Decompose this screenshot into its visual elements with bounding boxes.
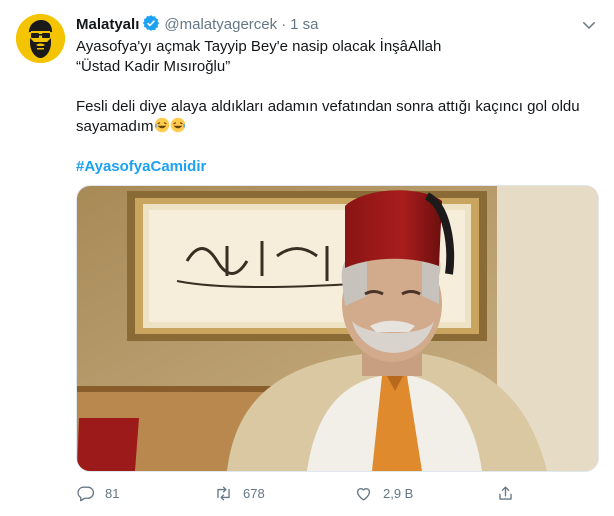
man-with-fez-photo	[77, 186, 598, 471]
tweet-line-4-text: sayamadım	[76, 118, 154, 135]
rofl-emoji-icon	[154, 117, 169, 133]
like-button[interactable]: 2,9 B	[354, 482, 413, 504]
tweet-timestamp[interactable]: 1 sa	[290, 16, 318, 33]
tweet-line-1: Ayasofya'yı açmak Tayyip Bey'e nasip ola…	[76, 38, 442, 55]
chevron-down-icon[interactable]	[580, 16, 598, 34]
share-icon	[499, 485, 512, 500]
retweet-count: 678	[243, 485, 265, 501]
retweet-icon	[217, 485, 230, 501]
reply-count: 81	[105, 485, 120, 501]
author-name[interactable]: Malatyalı	[76, 16, 139, 33]
tweet-header: Malatyalı @malatyagercek · 1 sa	[76, 14, 319, 35]
rofl-emoji-icon	[170, 117, 185, 133]
tweet-text: Ayasofya'yı açmak Tayyip Bey'e nasip ola…	[76, 37, 596, 177]
separator-dot: ·	[281, 16, 287, 33]
verified-badge-icon	[143, 15, 160, 31]
tweet-line-4: sayamadım	[76, 117, 596, 137]
bearded-man-avatar-icon	[16, 14, 65, 63]
hashtag-link[interactable]: #AyasofyaCamidir	[76, 157, 596, 177]
share-button[interactable]	[496, 482, 525, 504]
reply-button[interactable]: 81	[76, 482, 119, 504]
retweet-button[interactable]: 678	[214, 482, 265, 504]
like-icon	[356, 487, 371, 501]
author-handle[interactable]: @malatyagercek	[164, 16, 277, 33]
reply-icon	[77, 485, 95, 501]
tweet-actions: 81 678 2,9 B	[76, 482, 596, 504]
tweet-line-3: Fesli deli diye alaya aldıkları adamın v…	[76, 98, 580, 115]
tweet-photo[interactable]	[76, 185, 599, 472]
like-count: 2,9 B	[383, 485, 414, 501]
tweet-line-2: “Üstad Kadir Mısıroğlu”	[76, 58, 231, 75]
avatar[interactable]	[16, 14, 65, 63]
tweet[interactable]: Malatyalı @malatyagercek · 1 sa Ayasofya'yı…	[0, 0, 614, 516]
